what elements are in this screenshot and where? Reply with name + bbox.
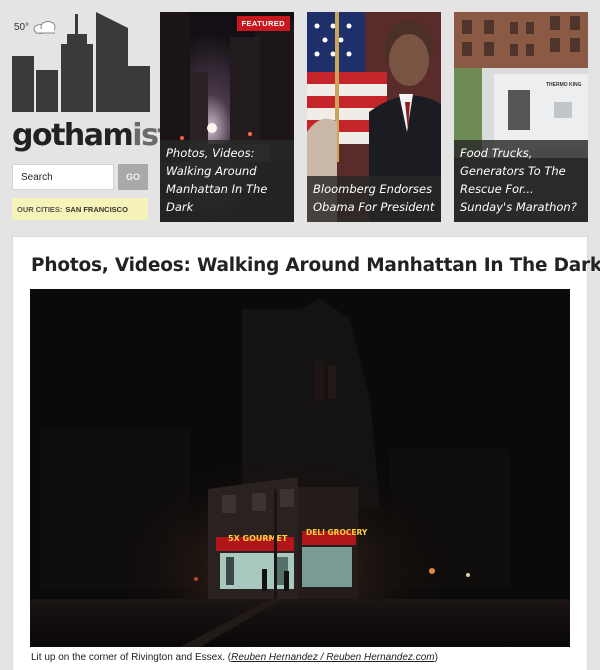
featured-tile-1[interactable]: FEATURED Photos, Videos: Walking Around … [160,12,294,222]
photo-caption-text: Lit up on the corner of Rivington and Es… [31,652,232,663]
featured-tile-3[interactable]: THERMO KING Food Trucks, Generators To T… [454,12,588,222]
photo-caption: Lit up on the corner of Rivington and Es… [31,652,438,663]
photo-caption-end: ) [434,652,438,663]
cloud-icon [33,21,56,34]
article-photo-image: 5X GOURMET DELI GROCERY [30,289,570,647]
search-go-button[interactable]: GO [118,164,148,190]
our-cities-label: OUR CITIES: [17,205,63,214]
article-photo[interactable]: 5X GOURMET DELI GROCERY [30,289,570,647]
sign-5x-gourmet: 5X GOURMET [228,534,288,543]
our-cities-bar: OUR CITIES: SAN FRANCISCO [12,198,148,220]
search-input-value: Search [21,172,53,183]
logo-text-main: gotham [12,118,134,153]
city-link-san-francisco[interactable]: SAN FRANCISCO [65,205,128,214]
featured-tile-2[interactable]: Bloomberg Endorses Obama For President [307,12,441,222]
site-logo-wordmark[interactable]: gothamist [12,118,172,153]
truck-brand-text: THERMO KING [546,82,582,88]
site-header: 50° gothamist Search GO OUR CITIES: SAN F… [0,0,600,236]
article-title[interactable]: Photos, Videos: Walking Around Manhattan… [31,255,600,276]
tile-3-caption[interactable]: Food Trucks, Generators To The Rescue Fo… [454,140,588,222]
article-card: Photos, Videos: Walking Around Manhattan… [12,236,600,670]
weather-temperature: 50° [14,21,30,33]
sign-deli-grocery: DELI GROCERY [306,528,368,537]
tile-2-caption[interactable]: Bloomberg Endorses Obama For President [307,176,441,222]
photo-credit-link[interactable]: Reuben Hernandez / Reuben Hernandez.com [231,652,434,663]
tile-1-caption[interactable]: Photos, Videos: Walking Around Manhattan… [160,140,294,222]
weather-widget: 50° [14,20,58,34]
search-input[interactable]: Search [12,164,114,190]
featured-badge: FEATURED [236,16,290,31]
